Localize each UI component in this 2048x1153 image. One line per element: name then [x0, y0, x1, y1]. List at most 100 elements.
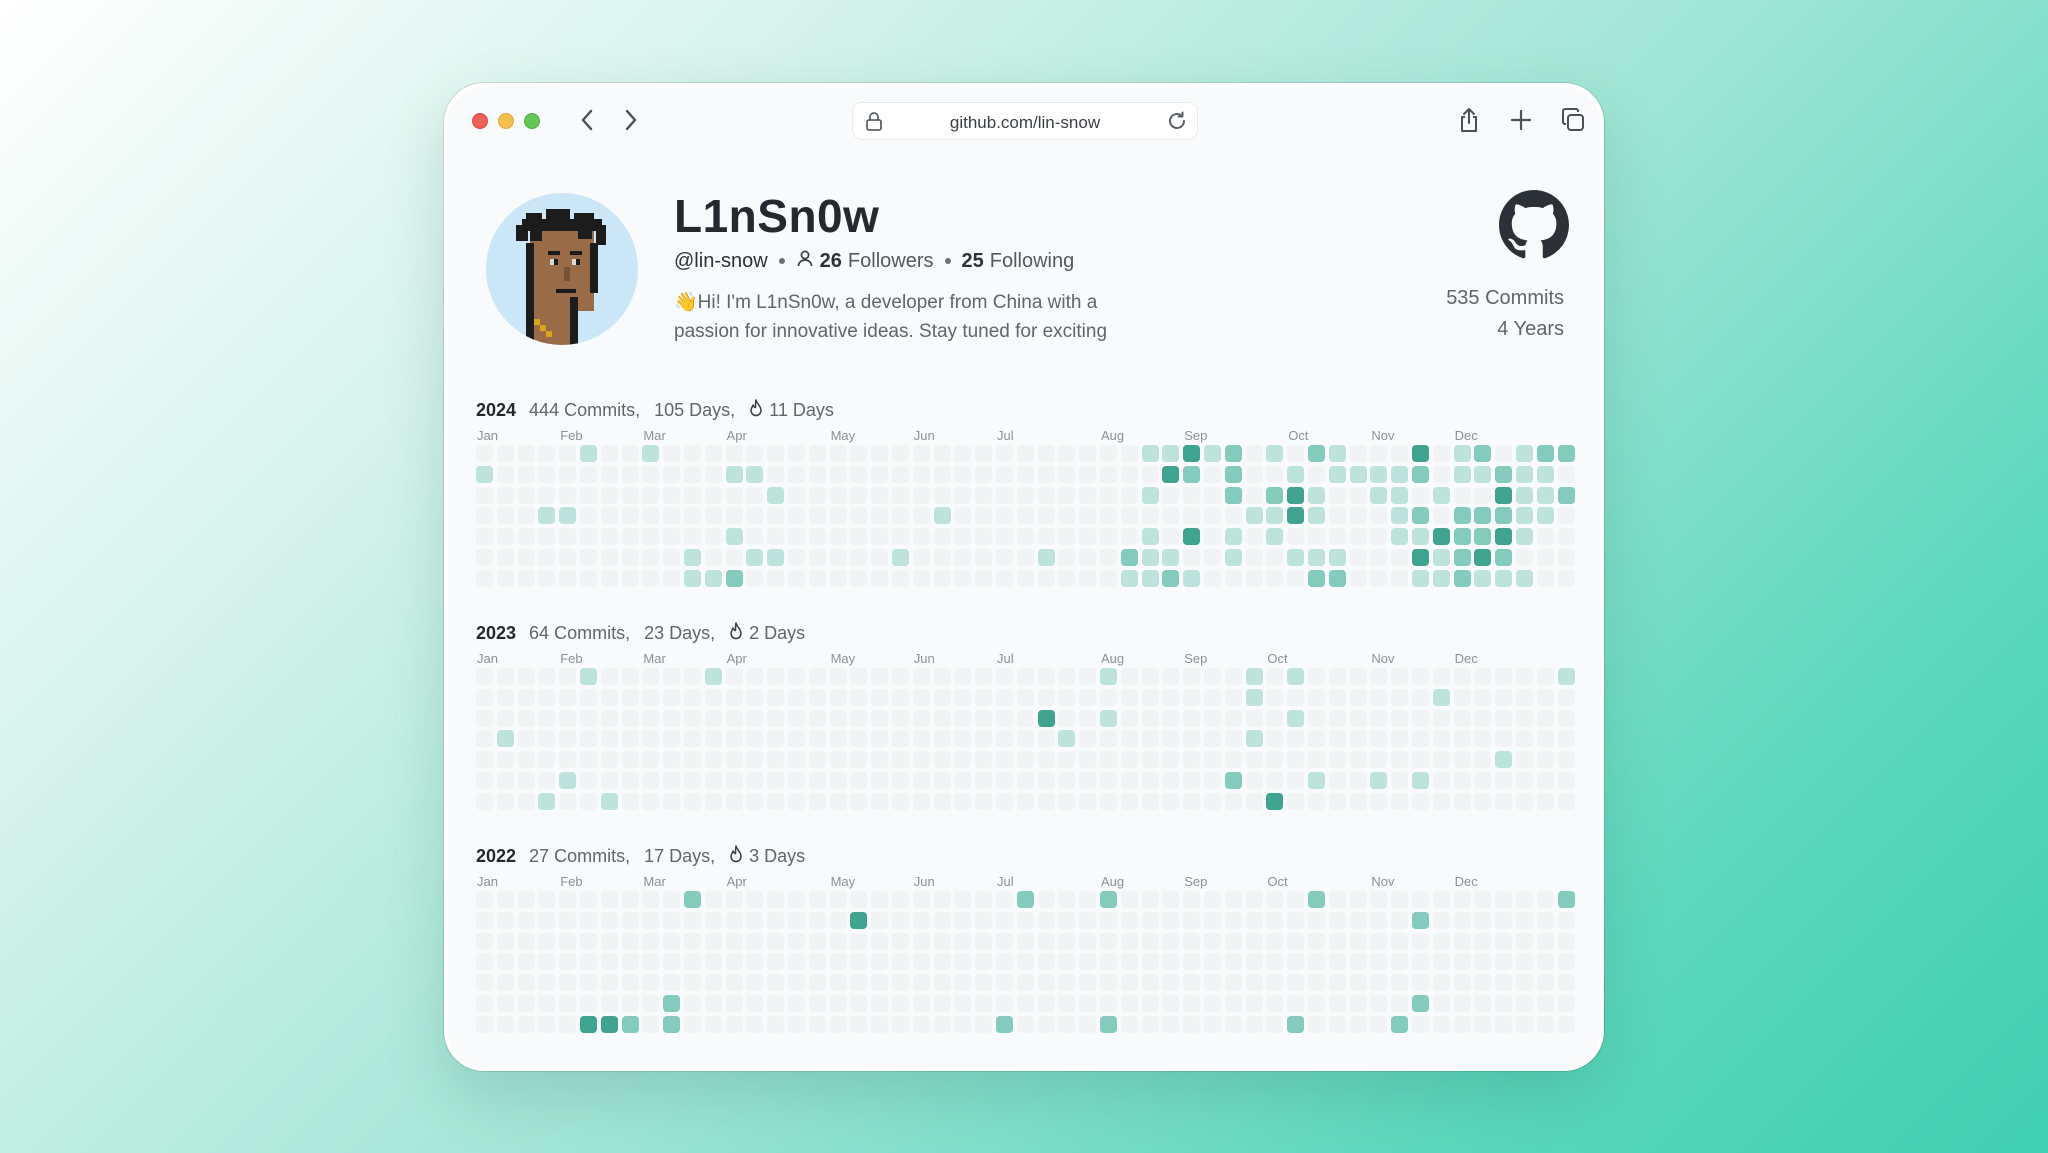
contribution-cell[interactable]	[912, 772, 930, 789]
contribution-cell[interactable]	[1100, 465, 1117, 483]
contribution-cell[interactable]	[933, 528, 951, 546]
contribution-cell[interactable]	[1349, 528, 1367, 546]
contribution-cell[interactable]	[621, 772, 639, 789]
contribution-cell[interactable]	[1391, 730, 1409, 748]
contribution-cell[interactable]	[912, 528, 930, 546]
contribution-cell[interactable]	[1536, 751, 1554, 769]
contribution-cell[interactable]	[496, 486, 514, 504]
contribution-cell[interactable]	[1474, 1015, 1492, 1033]
contribution-cell[interactable]	[517, 1015, 535, 1033]
contribution-cell[interactable]	[975, 709, 993, 727]
contribution-cell[interactable]	[725, 891, 743, 908]
contribution-cell[interactable]	[1100, 569, 1117, 587]
contribution-cell[interactable]	[1370, 932, 1388, 950]
contribution-cell[interactable]	[621, 486, 639, 504]
contribution-cell[interactable]	[975, 507, 993, 525]
contribution-cell[interactable]	[663, 792, 681, 810]
contribution-cell[interactable]	[1453, 995, 1471, 1012]
contribution-cell[interactable]	[538, 465, 556, 483]
contribution-cell[interactable]	[850, 709, 868, 727]
contribution-cell[interactable]	[1079, 974, 1097, 992]
contribution-cell[interactable]	[954, 953, 972, 971]
contribution-cell[interactable]	[1224, 569, 1242, 587]
chevron-left-icon[interactable]	[572, 105, 602, 135]
contribution-cell[interactable]	[975, 486, 993, 504]
contribution-cell[interactable]	[559, 486, 577, 504]
contribution-cell[interactable]	[1349, 932, 1367, 950]
contribution-cell[interactable]	[1349, 751, 1367, 769]
contribution-cell[interactable]	[600, 709, 618, 727]
chevron-right-icon[interactable]	[616, 105, 646, 135]
contribution-cell[interactable]	[808, 445, 826, 462]
contribution-cell[interactable]	[1183, 549, 1201, 566]
contribution-cell[interactable]	[1141, 974, 1159, 992]
contribution-cell[interactable]	[1287, 688, 1305, 706]
contribution-cell[interactable]	[1037, 688, 1055, 706]
contribution-cell[interactable]	[1516, 507, 1533, 525]
contribution-cell[interactable]	[1245, 465, 1263, 483]
contribution-cell[interactable]	[892, 569, 909, 587]
contribution-cell[interactable]	[600, 688, 618, 706]
contribution-cell[interactable]	[642, 932, 660, 950]
contribution-cell[interactable]	[788, 911, 805, 929]
contribution-cell[interactable]	[1412, 751, 1429, 769]
contribution-cell[interactable]	[1183, 932, 1201, 950]
contribution-cell[interactable]	[954, 772, 972, 789]
contribution-cell[interactable]	[975, 569, 993, 587]
contribution-cell[interactable]	[1266, 932, 1284, 950]
contribution-cell[interactable]	[829, 668, 847, 685]
contribution-cell[interactable]	[1391, 445, 1409, 462]
contribution-cell[interactable]	[1120, 668, 1138, 685]
contribution-cell[interactable]	[1495, 932, 1513, 950]
contribution-cell[interactable]	[517, 549, 535, 566]
contribution-cell[interactable]	[1016, 688, 1034, 706]
contribution-cell[interactable]	[1016, 549, 1034, 566]
contribution-cell[interactable]	[1079, 792, 1097, 810]
contribution-cell[interactable]	[1536, 688, 1554, 706]
contribution-cell[interactable]	[580, 1015, 597, 1033]
contribution-cell[interactable]	[1328, 730, 1346, 748]
contribution-cell[interactable]	[1016, 792, 1034, 810]
contribution-cell[interactable]	[1432, 891, 1450, 908]
contribution-cell[interactable]	[1266, 528, 1284, 546]
contribution-cell[interactable]	[788, 730, 805, 748]
contribution-cell[interactable]	[892, 995, 909, 1012]
contribution-cell[interactable]	[1328, 569, 1346, 587]
contribution-cell[interactable]	[1183, 507, 1201, 525]
contribution-cell[interactable]	[1079, 668, 1097, 685]
contribution-cell[interactable]	[892, 486, 909, 504]
contribution-cell[interactable]	[1516, 953, 1533, 971]
contribution-cell[interactable]	[725, 974, 743, 992]
contribution-cell[interactable]	[600, 772, 618, 789]
contribution-cell[interactable]	[1287, 911, 1305, 929]
contribution-cell[interactable]	[1162, 528, 1180, 546]
contribution-cell[interactable]	[788, 974, 805, 992]
contribution-cell[interactable]	[559, 751, 577, 769]
contribution-cell[interactable]	[580, 751, 597, 769]
contribution-cell[interactable]	[1162, 792, 1180, 810]
contribution-cell[interactable]	[1058, 772, 1076, 789]
contribution-cell[interactable]	[975, 932, 993, 950]
contribution-cell[interactable]	[496, 792, 514, 810]
contribution-cell[interactable]	[642, 465, 660, 483]
contribution-cell[interactable]	[1245, 772, 1263, 789]
contribution-cell[interactable]	[954, 995, 972, 1012]
contribution-cell[interactable]	[1120, 792, 1138, 810]
contribution-cell[interactable]	[1432, 995, 1450, 1012]
contribution-cell[interactable]	[871, 995, 889, 1012]
contribution-cell[interactable]	[496, 569, 514, 587]
contribution-cell[interactable]	[1037, 549, 1055, 566]
contribution-cell[interactable]	[1308, 953, 1325, 971]
contribution-cell[interactable]	[1370, 709, 1388, 727]
contribution-cell[interactable]	[663, 569, 681, 587]
contribution-cell[interactable]	[642, 974, 660, 992]
contribution-cell[interactable]	[1287, 445, 1305, 462]
contribution-cell[interactable]	[767, 709, 785, 727]
contribution-cell[interactable]	[1474, 445, 1492, 462]
contribution-cell[interactable]	[496, 1015, 514, 1033]
contribution-cell[interactable]	[1453, 772, 1471, 789]
contribution-cell[interactable]	[476, 891, 493, 908]
contribution-cell[interactable]	[1391, 688, 1409, 706]
contribution-cell[interactable]	[1495, 709, 1513, 727]
contribution-cell[interactable]	[1474, 792, 1492, 810]
